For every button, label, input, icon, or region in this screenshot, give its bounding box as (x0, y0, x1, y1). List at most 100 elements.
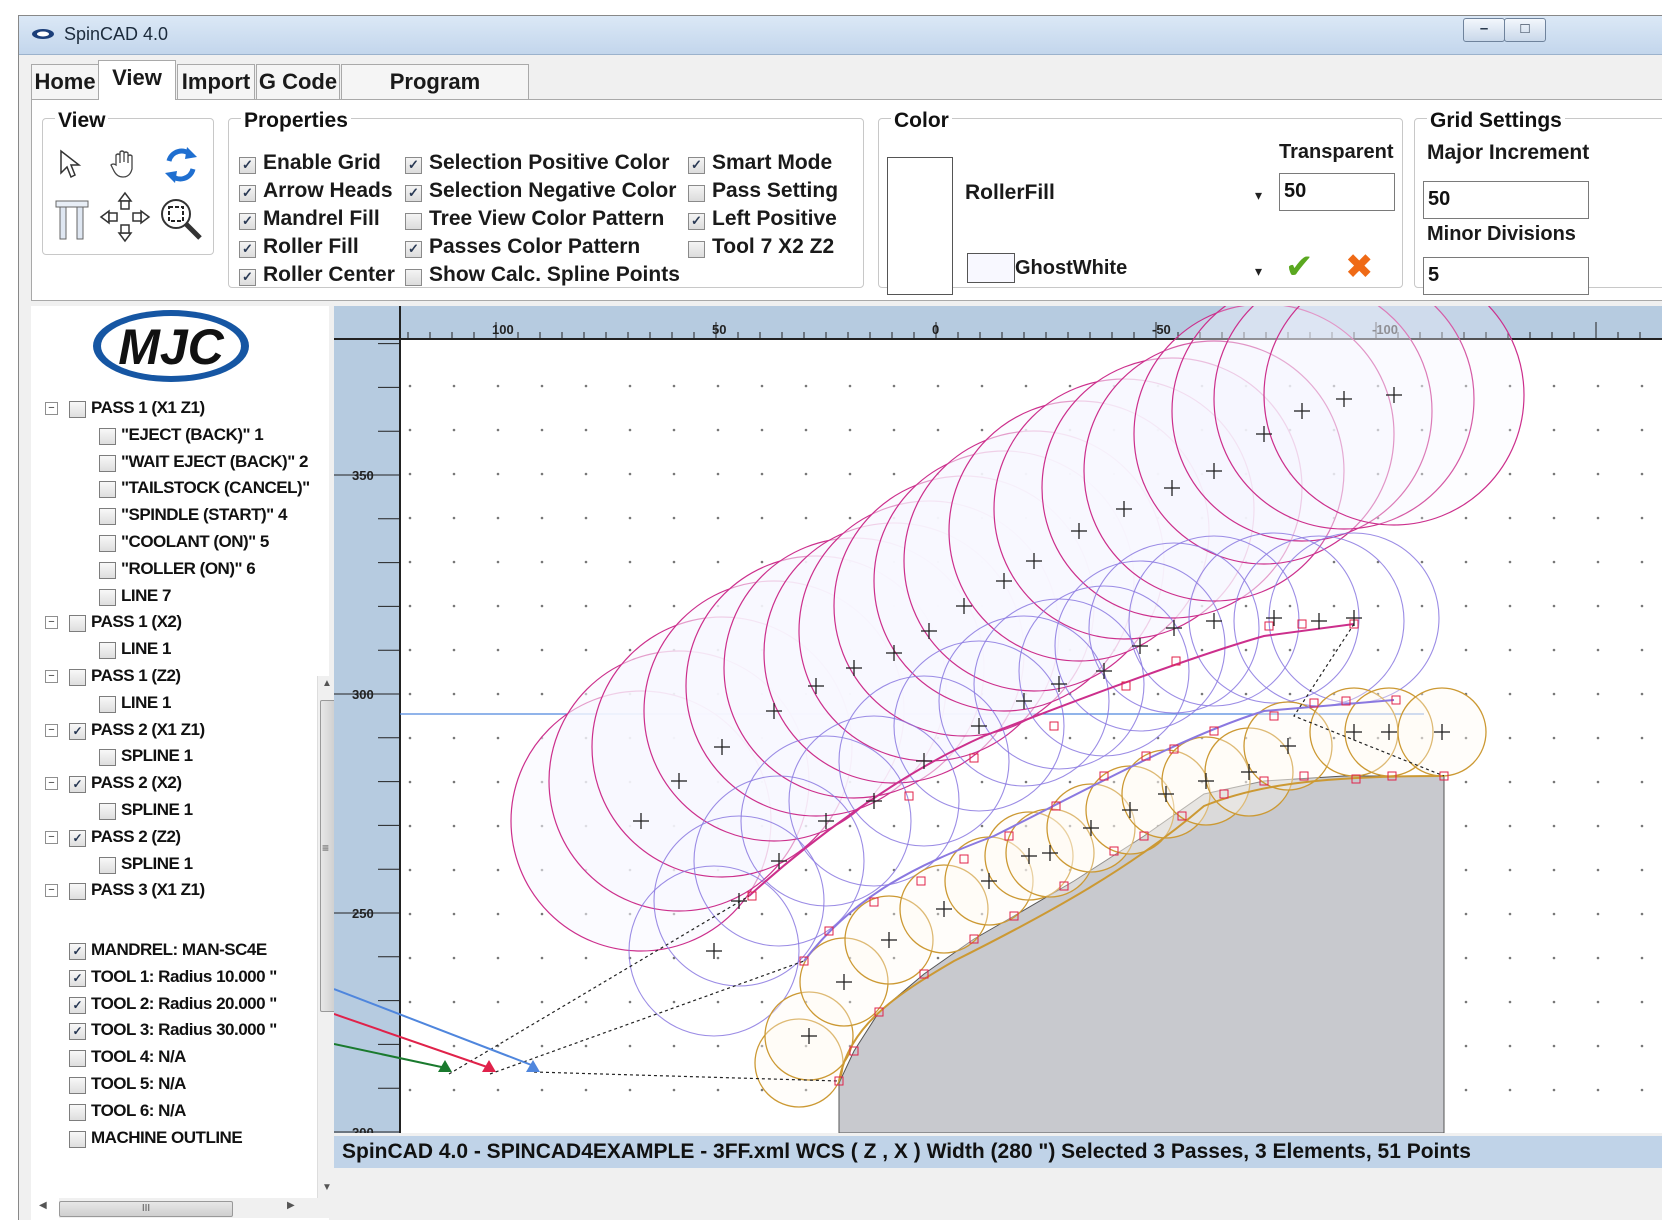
minimize-button[interactable]: – (1463, 18, 1505, 42)
minor-divisions-input[interactable]: 5 (1423, 257, 1589, 295)
tree-expander-icon[interactable]: − (45, 884, 58, 898)
tab-g-code[interactable]: G Code (256, 64, 340, 99)
tree-item-label[interactable]: "COOLANT (ON)" 5 (121, 532, 269, 552)
tree-item-label[interactable]: SPLINE 1 (121, 854, 193, 874)
hscroll-thumb[interactable]: III (59, 1201, 233, 1217)
tree-item-checkbox[interactable] (99, 427, 116, 445)
cad-drawing[interactable]: 100500-50-100 350300250200 (334, 306, 1662, 1133)
select-pointer-icon[interactable] (57, 149, 87, 181)
tree-horizontal-scrollbar[interactable]: ◀ III ▶ (39, 1198, 329, 1218)
show-calc-spline-points-checkbox[interactable] (405, 269, 422, 286)
tree-item-label[interactable]: PASS 2 (X1 Z1) (91, 720, 205, 740)
tool-item-label[interactable]: MANDREL: MAN-SC4E (91, 940, 267, 960)
tool-item-label[interactable]: TOOL 2: Radius 20.000 " (91, 994, 277, 1014)
tree-item-checkbox[interactable] (99, 481, 116, 499)
scroll-up-icon[interactable]: ▲ (322, 678, 332, 689)
roller-center-checkbox[interactable]: ✓ (239, 269, 256, 286)
pass-setting-checkbox[interactable] (688, 185, 705, 202)
tree-item-checkbox[interactable] (99, 642, 116, 660)
tree-expander-icon[interactable]: − (45, 402, 58, 415)
tree-item-checkbox[interactable]: ✓ (69, 722, 86, 740)
smart-mode-checkbox[interactable]: ✓ (688, 157, 705, 174)
tool-checkbox[interactable] (69, 1077, 86, 1094)
tool-item-label[interactable]: TOOL 1: Radius 10.000 " (91, 967, 277, 987)
zoom-window-icon[interactable] (157, 195, 205, 243)
color-target-dropdown-arrow[interactable]: ▾ (1255, 187, 1262, 204)
tree-item-checkbox[interactable] (99, 508, 116, 526)
tool-7-x2-z2-checkbox[interactable] (688, 241, 705, 258)
tree-item-label[interactable]: "TAILSTOCK (CANCEL)" (121, 478, 310, 498)
cad-viewport[interactable]: 100500-50-100 350300250200 (334, 306, 1662, 1133)
roller-fill-checkbox[interactable]: ✓ (239, 241, 256, 258)
tab-view[interactable]: View (98, 60, 176, 100)
selection-negative-color-checkbox[interactable]: ✓ (405, 185, 422, 202)
tree-item-checkbox[interactable] (99, 561, 116, 579)
scroll-right-icon[interactable]: ▶ (287, 1200, 295, 1211)
selection-positive-color-checkbox[interactable]: ✓ (405, 157, 422, 174)
mandrel-fill-checkbox[interactable]: ✓ (239, 213, 256, 230)
tab-home[interactable]: Home (31, 64, 99, 99)
tool-item-label[interactable]: TOOL 3: Radius 30.000 " (91, 1020, 277, 1040)
arrow-heads-checkbox[interactable]: ✓ (239, 185, 256, 202)
tab-program-variables[interactable]: Program Variables (341, 64, 529, 128)
maximize-button[interactable]: □ (1504, 18, 1546, 42)
tool-checkbox[interactable]: ✓ (69, 996, 86, 1014)
tree-item-checkbox[interactable]: ✓ (69, 776, 86, 794)
tool-item-label[interactable]: TOOL 5: N/A (91, 1074, 186, 1094)
tree-item-label[interactable]: LINE 1 (121, 693, 171, 713)
tab-import[interactable]: Import (177, 64, 255, 99)
tree-item-checkbox[interactable] (69, 615, 86, 633)
tree-item-checkbox[interactable] (99, 588, 116, 606)
left-positive-checkbox[interactable]: ✓ (688, 213, 705, 230)
transparent-input[interactable]: 50 (1279, 173, 1395, 211)
tree-item-label[interactable]: PASS 1 (Z2) (91, 666, 181, 686)
tree-item-label[interactable]: PASS 3 (X1 Z1) (91, 880, 205, 900)
tree-item-checkbox[interactable] (99, 803, 116, 820)
pan-hand-icon[interactable] (108, 147, 140, 181)
ok-check-icon[interactable]: ✔ (1285, 247, 1314, 287)
tree-item-checkbox[interactable] (99, 856, 116, 874)
tree-item-checkbox[interactable] (69, 669, 86, 686)
tool-item-label[interactable]: TOOL 6: N/A (91, 1101, 186, 1121)
cancel-x-icon[interactable]: ✖ (1345, 247, 1374, 287)
tree-item-label[interactable]: SPLINE 1 (121, 746, 193, 766)
tool-checkbox[interactable] (69, 1050, 86, 1068)
tree-item-checkbox[interactable] (99, 535, 116, 552)
color-name-dropdown-arrow[interactable]: ▾ (1255, 263, 1262, 280)
scroll-down-icon[interactable]: ▼ (322, 1182, 332, 1193)
tool-checkbox[interactable]: ✓ (69, 943, 86, 960)
tree-item-label[interactable]: LINE 7 (121, 586, 171, 606)
enable-grid-checkbox[interactable]: ✓ (239, 157, 256, 174)
tree-item-label[interactable]: PASS 2 (Z2) (91, 827, 181, 847)
tree-view-color-pattern-checkbox[interactable] (405, 213, 422, 230)
tree-item-label[interactable]: "ROLLER (ON)" 6 (121, 559, 256, 579)
tree-expander-icon[interactable]: − (45, 830, 58, 844)
fit-extents-icon[interactable] (99, 191, 151, 243)
tool-item-label[interactable]: MACHINE OUTLINE (91, 1128, 243, 1148)
tree-item-label[interactable]: "WAIT EJECT (BACK)" 2 (121, 452, 308, 472)
tree-expander-icon[interactable]: − (45, 670, 58, 683)
scroll-left-icon[interactable]: ◀ (39, 1200, 47, 1211)
major-increment-input[interactable]: 50 (1423, 181, 1589, 219)
tree-item-label[interactable]: PASS 2 (X2) (91, 773, 182, 793)
tree-item-checkbox[interactable]: ✓ (69, 829, 86, 847)
rotate-refresh-icon[interactable] (161, 145, 201, 185)
tree-expander-icon[interactable]: − (45, 616, 58, 630)
tree-expander-icon[interactable]: − (45, 777, 58, 791)
tool-checkbox[interactable]: ✓ (69, 1023, 86, 1041)
tree-item-checkbox[interactable] (69, 883, 86, 901)
tree-item-checkbox[interactable] (99, 749, 116, 767)
tree-item-checkbox[interactable] (69, 401, 86, 418)
passes-color-pattern-checkbox[interactable]: ✓ (405, 241, 422, 258)
tool-checkbox[interactable]: ✓ (69, 969, 86, 987)
tree-item-label[interactable]: "SPINDLE (START)" 4 (121, 505, 287, 525)
tool-item-label[interactable]: TOOL 4: N/A (91, 1047, 186, 1067)
tool-checkbox[interactable] (69, 1130, 86, 1148)
tree-expander-icon[interactable]: − (45, 723, 58, 737)
tree-item-label[interactable]: "EJECT (BACK)" 1 (121, 425, 264, 445)
tree-item-checkbox[interactable] (99, 454, 116, 472)
tree-item-label[interactable]: PASS 1 (X1 Z1) (91, 398, 205, 418)
tool-checkbox[interactable] (69, 1103, 86, 1121)
tree-item-label[interactable]: SPLINE 1 (121, 800, 193, 820)
tree-item-label[interactable]: PASS 1 (X2) (91, 612, 182, 632)
